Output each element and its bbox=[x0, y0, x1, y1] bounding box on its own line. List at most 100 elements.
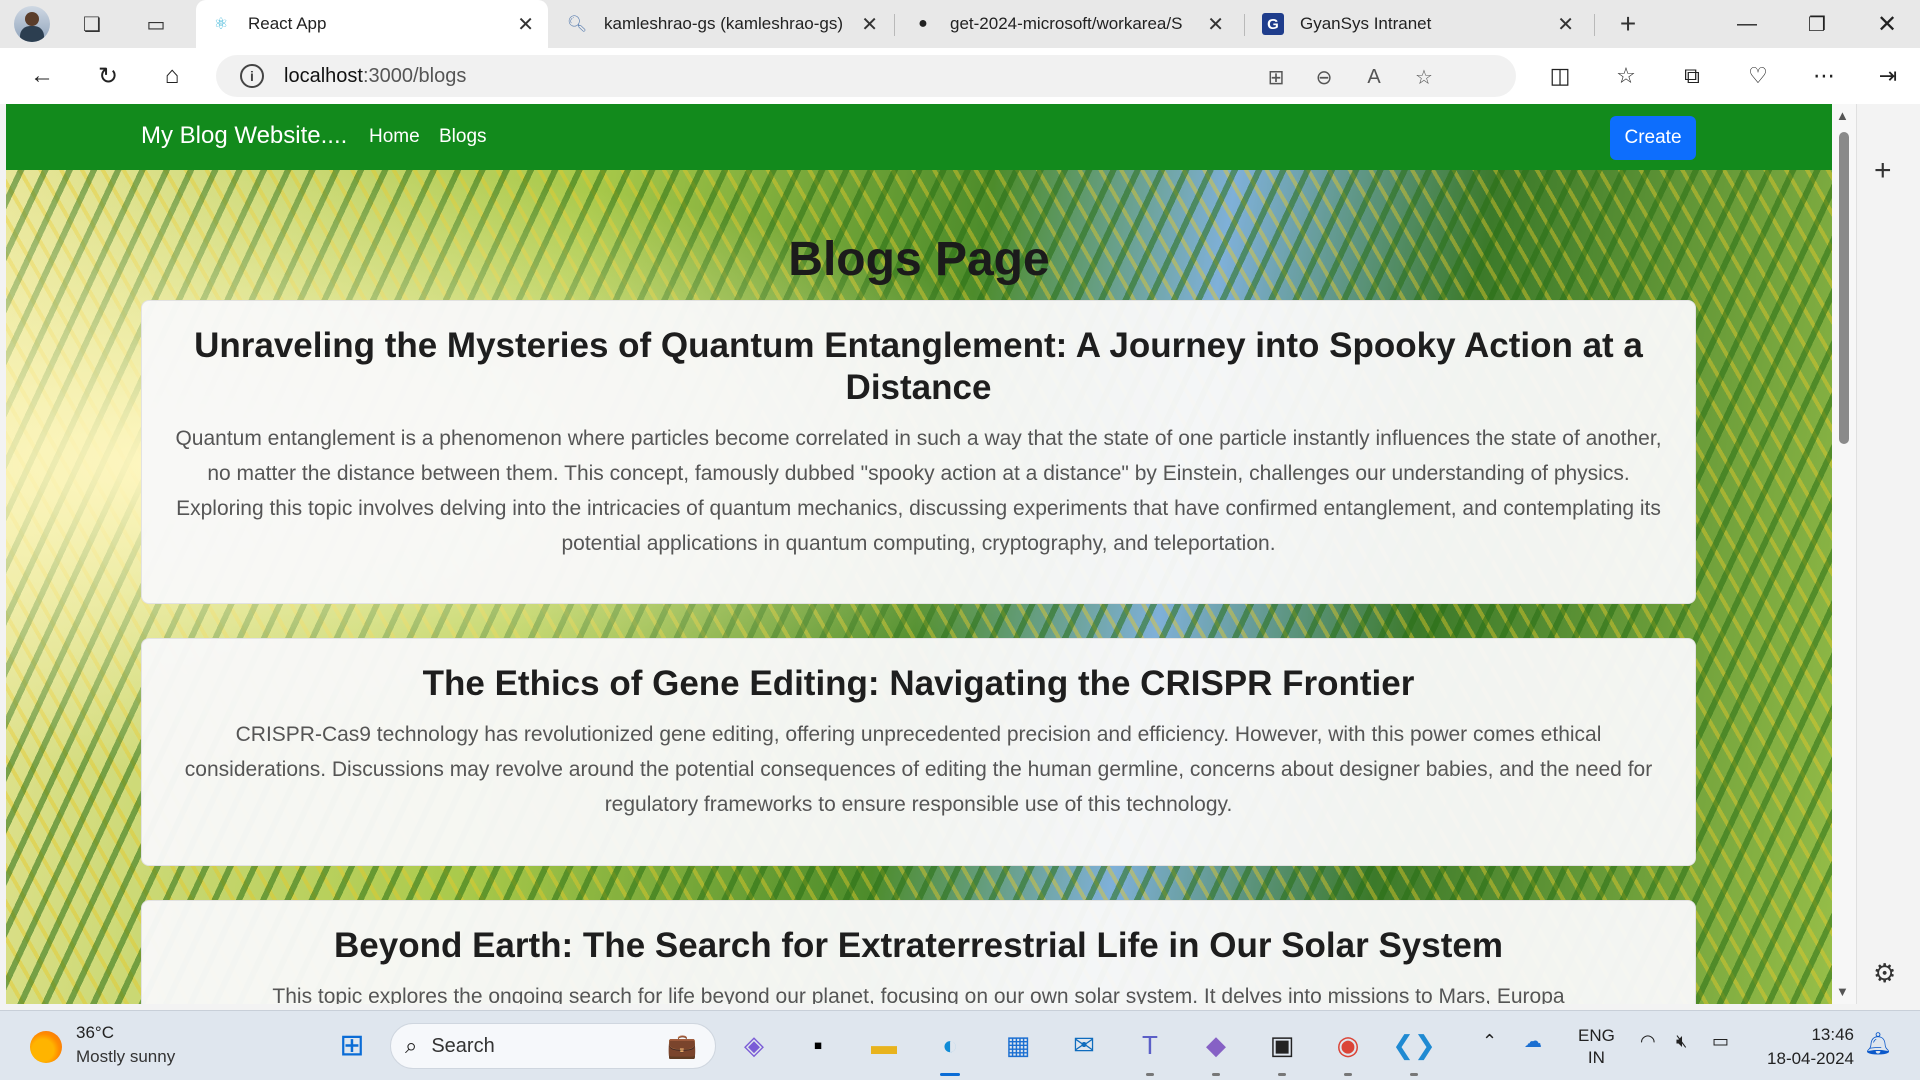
scroll-down-icon[interactable]: ▼ bbox=[1836, 984, 1849, 999]
running-app-indicator bbox=[1344, 1073, 1352, 1076]
battery-icon[interactable]: ▭ bbox=[1712, 1031, 1729, 1052]
more-menu-icon[interactable]: ⋯ bbox=[1804, 56, 1844, 96]
url-host: localhost bbox=[284, 64, 363, 87]
tab-title: GyanSys Intranet bbox=[1300, 14, 1432, 33]
search-icon: ⌕ bbox=[405, 1033, 418, 1058]
sidebar-toggle-icon[interactable]: ⇥ bbox=[1868, 56, 1908, 96]
browser-tab-bar: ❏ ▭ ⚛ React App ✕ 🔍︎ kamleshrao-gs (kaml… bbox=[0, 0, 1920, 48]
close-tab-icon[interactable]: ✕ bbox=[1207, 12, 1224, 37]
tab-gyansys[interactable]: G GyanSys Intranet ✕ bbox=[1248, 0, 1588, 48]
tab-title: React App bbox=[248, 14, 327, 33]
new-tab-icon[interactable]: + bbox=[1608, 4, 1648, 44]
tab-react-app[interactable]: ⚛ React App ✕ bbox=[196, 0, 548, 48]
blog-card[interactable]: The Ethics of Gene Editing: Navigating t… bbox=[141, 638, 1696, 866]
show-hidden-icons-chevron-icon[interactable]: ⌃ bbox=[1482, 1031, 1497, 1052]
blog-title[interactable]: Unraveling the Mysteries of Quantum Enta… bbox=[172, 325, 1665, 409]
weather-temperature[interactable]: 36°C bbox=[76, 1023, 114, 1043]
taskbar-search[interactable]: ⌕ Search 💼 bbox=[390, 1023, 716, 1069]
terminal-icon[interactable]: ▣ bbox=[1260, 1023, 1304, 1067]
blog-card[interactable]: Beyond Earth: The Search for Extraterres… bbox=[141, 900, 1696, 1004]
blog-title[interactable]: Beyond Earth: The Search for Extraterres… bbox=[172, 925, 1665, 967]
page-viewport: My Blog Website.... Home Blogs Create Bl… bbox=[0, 104, 1856, 1004]
edge-browser-icon[interactable]: ◐ bbox=[928, 1023, 972, 1067]
wifi-icon[interactable]: ◠ bbox=[1640, 1031, 1656, 1052]
close-tab-icon[interactable]: ✕ bbox=[861, 12, 878, 37]
copilot-icon[interactable]: ◈ bbox=[732, 1023, 776, 1067]
task-view-icon[interactable]: ▪ bbox=[796, 1023, 840, 1067]
tab-separator bbox=[894, 14, 895, 36]
address-bar[interactable]: i localhost:3000/blogs ⊞ ⊖ A ☆ bbox=[216, 55, 1516, 97]
windows-taskbar: 36°C Mostly sunny ⊞ ⌕ Search 💼 ◈ ▪ ▬ ◐ ▦… bbox=[0, 1010, 1920, 1080]
add-sidebar-app-icon[interactable]: + bbox=[1874, 154, 1892, 188]
gyansys-icon: G bbox=[1262, 13, 1284, 35]
favorite-star-icon[interactable]: ☆ bbox=[1410, 63, 1438, 91]
favorites-icon[interactable]: ☆ bbox=[1606, 56, 1646, 96]
collections-icon[interactable]: ⧉ bbox=[1672, 56, 1712, 96]
system-clock[interactable]: 13:46 18-04-2024 bbox=[1758, 1023, 1854, 1071]
onedrive-icon[interactable]: ☁ bbox=[1524, 1031, 1542, 1052]
close-tab-icon[interactable]: ✕ bbox=[1557, 12, 1574, 37]
site-navbar: My Blog Website.... Home Blogs Create bbox=[6, 104, 1832, 170]
blog-body: CRISPR-Cas9 technology has revolutionize… bbox=[184, 723, 1653, 816]
page-title: Blogs Page bbox=[788, 233, 1050, 286]
outlook-icon[interactable]: ✉ bbox=[1062, 1023, 1106, 1067]
weather-description[interactable]: Mostly sunny bbox=[76, 1047, 175, 1067]
nav-link-home[interactable]: Home bbox=[369, 126, 420, 148]
active-app-indicator bbox=[940, 1073, 960, 1076]
github-icon: ● bbox=[918, 15, 928, 32]
split-screen-icon[interactable]: ◫ bbox=[1540, 56, 1580, 96]
vscode-icon[interactable]: ❮❯ bbox=[1392, 1023, 1436, 1067]
tab-title: get-2024-microsoft/workarea/S bbox=[950, 14, 1183, 33]
site-info-icon[interactable]: i bbox=[240, 64, 264, 88]
tab-kamleshrao[interactable]: 🔍︎ kamleshrao-gs (kamleshrao-gs) ✕ bbox=[552, 0, 892, 48]
tab-separator bbox=[1244, 14, 1245, 36]
briefcase-icon: 💼 bbox=[667, 1033, 697, 1060]
zoom-out-icon[interactable]: ⊖ bbox=[1310, 63, 1338, 91]
tab-actions-icon[interactable]: ▭ bbox=[136, 4, 176, 44]
running-app-indicator bbox=[1410, 1073, 1418, 1076]
clock-time: 13:46 bbox=[1811, 1025, 1854, 1044]
scrollbar-thumb[interactable] bbox=[1839, 132, 1849, 444]
nav-link-blogs[interactable]: Blogs bbox=[439, 126, 487, 148]
search-icon: 🔍︎ bbox=[566, 16, 588, 33]
browser-toolbar: ← ↻ ⌂ i localhost:3000/blogs ⊞ ⊖ A ☆ ◫ ☆… bbox=[0, 48, 1920, 104]
tab-title: kamleshrao-gs (kamleshrao-gs) bbox=[604, 14, 844, 33]
close-tab-icon[interactable]: ✕ bbox=[517, 12, 534, 37]
blog-title[interactable]: The Ethics of Gene Editing: Navigating t… bbox=[172, 663, 1665, 705]
read-aloud-icon[interactable]: A bbox=[1360, 63, 1388, 91]
volume-muted-icon[interactable]: 🔇︎ bbox=[1676, 1031, 1687, 1052]
react-icon: ⚛ bbox=[213, 16, 229, 33]
chrome-icon[interactable]: ◉ bbox=[1326, 1023, 1370, 1067]
blog-body: Quantum entanglement is a phenomenon whe… bbox=[175, 427, 1662, 555]
profile-avatar[interactable] bbox=[14, 6, 50, 42]
blog-card[interactable]: Unraveling the Mysteries of Quantum Enta… bbox=[141, 300, 1696, 604]
tab-github[interactable]: ● get-2024-microsoft/workarea/S ✕ bbox=[898, 0, 1238, 48]
refresh-icon[interactable]: ↻ bbox=[88, 56, 128, 96]
tab-separator bbox=[1594, 14, 1595, 36]
settings-gear-icon[interactable]: ⚙ bbox=[1873, 958, 1896, 989]
teams-icon[interactable]: T bbox=[1128, 1023, 1172, 1067]
restore-icon[interactable]: ❐ bbox=[1782, 0, 1852, 48]
weather-sun-icon[interactable] bbox=[30, 1031, 62, 1063]
file-explorer-icon[interactable]: ▬ bbox=[862, 1023, 906, 1067]
workspaces-icon[interactable]: ❏ bbox=[72, 4, 112, 44]
page-scrollbar[interactable]: ▲ ▼ bbox=[1832, 104, 1856, 1004]
microsoft-store-icon[interactable]: ▦ bbox=[996, 1023, 1040, 1067]
url-text[interactable]: localhost:3000/blogs bbox=[284, 65, 466, 88]
edge-sidebar: + ⚙ bbox=[1856, 104, 1920, 1004]
home-icon[interactable]: ⌂ bbox=[152, 56, 192, 96]
notification-bell-icon[interactable]: 🔔︎ bbox=[1864, 1031, 1892, 1057]
minimize-icon[interactable]: — bbox=[1712, 0, 1782, 48]
visual-studio-icon[interactable]: ◆ bbox=[1194, 1023, 1238, 1067]
browser-essentials-icon[interactable]: ♡ bbox=[1738, 56, 1778, 96]
running-app-indicator bbox=[1146, 1073, 1154, 1076]
input-language[interactable]: ENG IN bbox=[1578, 1025, 1615, 1069]
start-menu-icon[interactable]: ⊞ bbox=[330, 1023, 374, 1067]
scroll-up-icon[interactable]: ▲ bbox=[1836, 108, 1849, 123]
app-available-icon[interactable]: ⊞ bbox=[1262, 63, 1290, 91]
site-brand[interactable]: My Blog Website.... bbox=[141, 122, 347, 150]
close-window-icon[interactable]: ✕ bbox=[1852, 0, 1920, 48]
create-button[interactable]: Create bbox=[1610, 116, 1696, 160]
url-path: :3000/blogs bbox=[362, 64, 467, 87]
back-icon[interactable]: ← bbox=[22, 56, 62, 96]
